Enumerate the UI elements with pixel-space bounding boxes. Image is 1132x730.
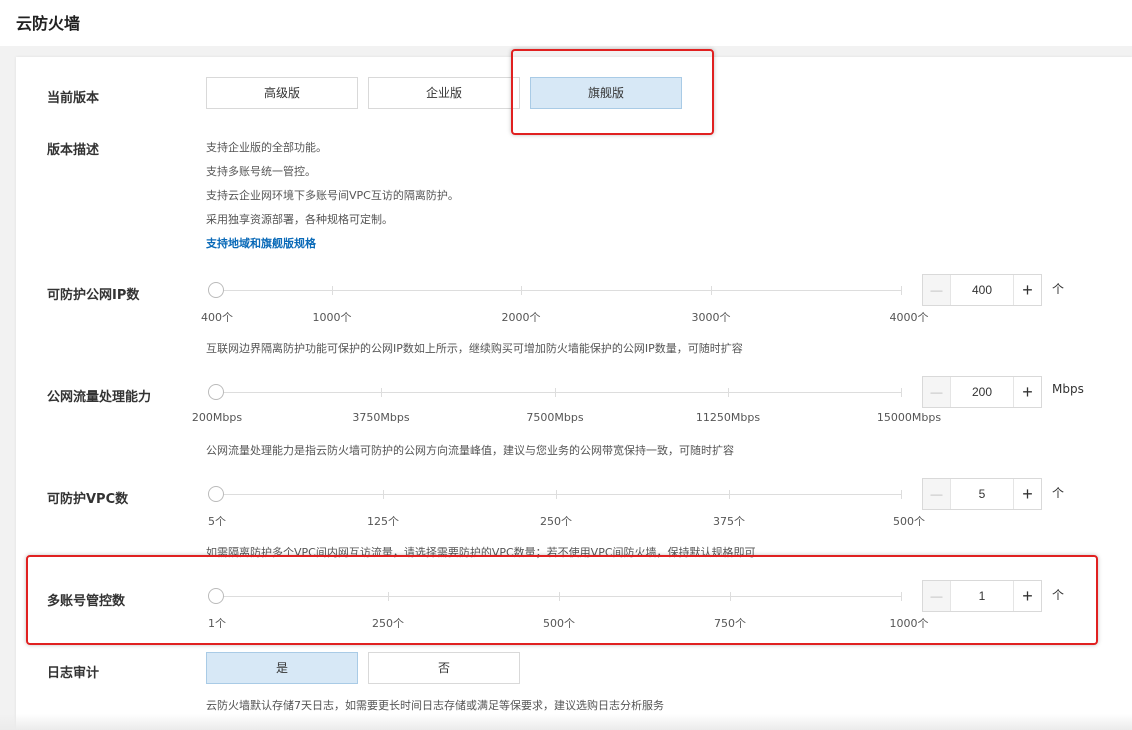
minus-icon[interactable]: —	[923, 581, 951, 611]
vpc-tick-label: 375个	[713, 515, 745, 528]
description-label: 版本描述	[47, 143, 100, 158]
vpc-unit: 个	[1052, 486, 1065, 500]
vpc-tick-label: 125个	[367, 515, 399, 528]
region-spec-link[interactable]: 支持地域和旗舰版规格	[206, 235, 316, 251]
public-ip-slider-handle[interactable]	[208, 282, 224, 298]
public-ip-slider-tick	[332, 286, 333, 295]
log-audit-no-button[interactable]: 否	[368, 652, 520, 684]
description-line-2: 支持多账号统一管控。	[206, 165, 316, 178]
accounts-slider-handle[interactable]	[208, 588, 224, 604]
vpc-slider-handle[interactable]	[208, 486, 224, 502]
vpc-slider-tick	[729, 490, 730, 499]
bandwidth-slider-tick	[901, 388, 902, 397]
vpc-value-input[interactable]	[951, 479, 1013, 509]
public-ip-tick-label: 400个	[201, 311, 233, 324]
public-ip-slider-tick	[711, 286, 712, 295]
bandwidth-stepper: —+	[922, 376, 1042, 408]
vpc-slider-tick	[383, 490, 384, 499]
public-ip-slider-tick	[521, 286, 522, 295]
bandwidth-tick-label: 11250Mbps	[695, 411, 761, 424]
description-line-1: 支持企业版的全部功能。	[206, 141, 327, 154]
description-line-3: 支持云企业网环境下多账号间VPC互访的隔离防护。	[206, 189, 459, 202]
bandwidth-tick-label: 15000Mbps	[876, 411, 942, 424]
vpc-label: 可防护VPC数	[47, 492, 129, 507]
bandwidth-value-input[interactable]	[951, 377, 1013, 407]
vpc-tick-label: 5个	[208, 515, 226, 528]
bandwidth-label: 公网流量处理能力	[47, 390, 152, 405]
public-ip-note: 互联网边界隔离防护功能可保护的公网IP数如上所示，继续购买可增加防火墙能保护的公…	[206, 342, 743, 355]
vpc-stepper: —+	[922, 478, 1042, 510]
accounts-unit: 个	[1052, 588, 1065, 602]
bandwidth-unit: Mbps	[1052, 382, 1084, 396]
bandwidth-slider-track[interactable]	[216, 392, 901, 393]
plus-icon[interactable]: +	[1013, 581, 1041, 611]
public-ip-tick-label: 2000个	[501, 311, 541, 324]
bandwidth-tick-label: 200Mbps	[191, 411, 243, 424]
vpc-tick-label: 500个	[893, 515, 925, 528]
edition-option-enterprise[interactable]: 企业版	[368, 77, 520, 109]
plus-icon[interactable]: +	[1013, 275, 1041, 305]
accounts-tick-label: 1000个	[889, 617, 929, 630]
public-ip-value-input[interactable]	[951, 275, 1013, 305]
accounts-stepper: —+	[922, 580, 1042, 612]
accounts-slider-tick	[388, 592, 389, 601]
plus-icon[interactable]: +	[1013, 377, 1041, 407]
accounts-slider-tick	[559, 592, 560, 601]
plus-icon[interactable]: +	[1013, 479, 1041, 509]
title-bar: 云防火墙	[0, 0, 1132, 46]
edition-option-ultimate[interactable]: 旗舰版	[530, 77, 682, 109]
vpc-slider-tick	[556, 490, 557, 499]
log-audit-note: 云防火墙默认存储7天日志，如需要更长时间日志存储或满足等保要求，建议选购日志分析…	[206, 699, 664, 712]
accounts-value-input[interactable]	[951, 581, 1013, 611]
public-ip-slider-track[interactable]	[216, 290, 901, 291]
description-line-4: 采用独享资源部署，各种规格可定制。	[206, 213, 393, 226]
public-ip-stepper: —+	[922, 274, 1042, 306]
vpc-tick-label: 250个	[540, 515, 572, 528]
public-ip-tick-label: 3000个	[691, 311, 731, 324]
vpc-slider-tick	[901, 490, 902, 499]
vpc-slider-track[interactable]	[216, 494, 901, 495]
accounts-slider-tick	[901, 592, 902, 601]
accounts-slider-tick	[730, 592, 731, 601]
public-ip-label: 可防护公网IP数	[47, 288, 140, 303]
bandwidth-tick-label: 7500Mbps	[526, 411, 584, 424]
accounts-label: 多账号管控数	[47, 594, 126, 609]
bandwidth-slider-tick	[555, 388, 556, 397]
accounts-tick-label: 750个	[714, 617, 746, 630]
public-ip-tick-label: 4000个	[889, 311, 929, 324]
accounts-tick-label: 1个	[208, 617, 226, 630]
edition-label: 当前版本	[47, 91, 100, 106]
log-audit-yes-button[interactable]: 是	[206, 652, 358, 684]
bandwidth-note: 公网流量处理能力是指云防火墙可防护的公网方向流量峰值，建议与您业务的公网带宽保持…	[206, 444, 734, 457]
accounts-tick-label: 250个	[372, 617, 404, 630]
accounts-tick-label: 500个	[543, 617, 575, 630]
bandwidth-slider-handle[interactable]	[208, 384, 224, 400]
edition-option-advanced[interactable]: 高级版	[206, 77, 358, 109]
minus-icon[interactable]: —	[923, 479, 951, 509]
public-ip-slider-tick	[901, 286, 902, 295]
public-ip-tick-label: 1000个	[312, 311, 352, 324]
page-title: 云防火墙	[16, 14, 81, 33]
minus-icon[interactable]: —	[923, 275, 951, 305]
bandwidth-slider-tick	[381, 388, 382, 397]
vpc-note: 如需隔离防护多个VPC间内网互访流量，请选择需要防护的VPC数量；若不使用VPC…	[206, 546, 756, 559]
minus-icon[interactable]: —	[923, 377, 951, 407]
bandwidth-tick-label: 3750Mbps	[352, 411, 410, 424]
log-audit-label: 日志审计	[47, 666, 100, 681]
bottom-fade	[0, 714, 1132, 730]
bandwidth-slider-tick	[728, 388, 729, 397]
public-ip-unit: 个	[1052, 282, 1065, 296]
